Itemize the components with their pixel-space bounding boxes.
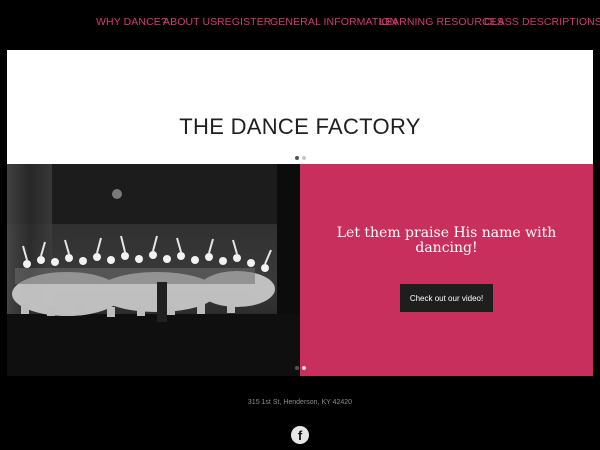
nav-why-dance[interactable]: WHY DANCE? (96, 16, 167, 28)
nav-about-us[interactable]: ABOUT US (163, 16, 217, 28)
watch-video-button[interactable]: Check out our video! (400, 284, 493, 312)
top-nav: WHY DANCE? ABOUT US REGISTER GENERAL INF… (0, 0, 600, 46)
dance-group-photo (7, 164, 300, 376)
dance-group-photo-image (7, 164, 300, 376)
nav-register[interactable]: REGISTER (217, 16, 271, 28)
slideshow: Let them praise His name with dancing! C… (7, 164, 593, 376)
nav-class-descriptions[interactable]: CLASS DESCRIPTIONS (484, 16, 600, 28)
slide-pager-dot-2[interactable] (302, 366, 306, 370)
site-title: THE DANCE FACTORY (179, 114, 421, 139)
hero-pager-dot-1[interactable] (295, 156, 299, 160)
facebook-glyph: f (297, 428, 303, 443)
footer-address: 315 1st St, Henderson, KY 42420 (247, 399, 353, 406)
slide-tagline: Let them praise His name with dancing! (336, 225, 557, 256)
slide-caption-panel: Let them praise His name with dancing! C… (300, 164, 593, 376)
facebook-icon[interactable]: f (291, 426, 309, 444)
slide-pager-dot-1[interactable] (295, 366, 299, 370)
hero-pager-dot-2[interactable] (302, 156, 306, 160)
hero-banner: THE DANCE FACTORY (7, 50, 593, 164)
